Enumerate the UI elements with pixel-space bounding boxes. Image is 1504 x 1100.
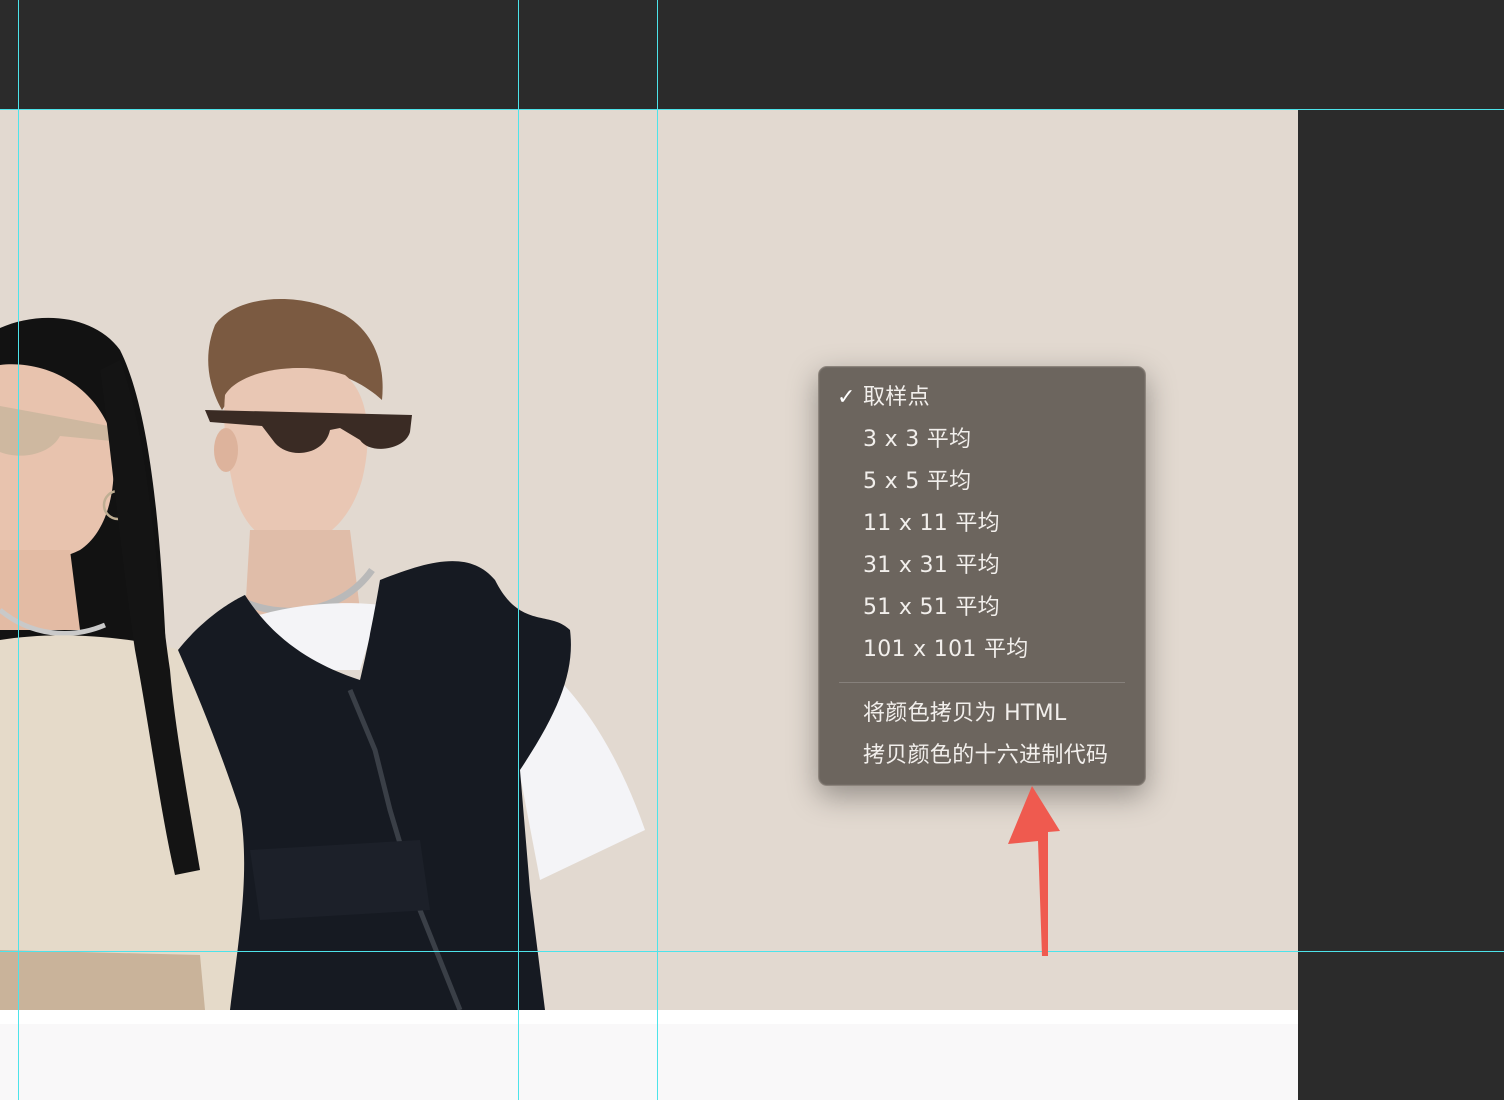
menu-item-label: 将颜色拷贝为 HTML: [863, 701, 1067, 726]
menu-item-51x51-average[interactable]: 51 x 51 平均: [819, 587, 1145, 629]
menu-item-label: 101 x 101 平均: [863, 637, 1029, 662]
menu-item-101x101-average[interactable]: 101 x 101 平均: [819, 629, 1145, 671]
canvas-bottom-strip: [0, 1010, 1298, 1024]
menu-item-label: 3 x 3 平均: [863, 427, 972, 452]
eyedropper-sample-context-menu: ✓ 取样点 3 x 3 平均 5 x 5 平均 11 x 11 平均 31 x …: [818, 366, 1146, 786]
menu-item-point-sample[interactable]: ✓ 取样点: [819, 377, 1145, 419]
photoshop-workspace: ✓ 取样点 3 x 3 平均 5 x 5 平均 11 x 11 平均 31 x …: [0, 0, 1504, 1100]
menu-item-label: 5 x 5 平均: [863, 469, 972, 494]
menu-item-label: 拷贝颜色的十六进制代码: [863, 743, 1109, 768]
menu-item-label: 51 x 51 平均: [863, 595, 1000, 620]
annotation-arrow-icon: [1008, 786, 1060, 956]
checkmark-icon: ✓: [837, 385, 856, 410]
menu-item-copy-hex-code[interactable]: 拷贝颜色的十六进制代码: [819, 735, 1145, 777]
guide-horizontal-1[interactable]: [0, 109, 1504, 110]
menu-item-label: 31 x 31 平均: [863, 553, 1000, 578]
menu-item-11x11-average[interactable]: 11 x 11 平均: [819, 503, 1145, 545]
menu-item-3x3-average[interactable]: 3 x 3 平均: [819, 419, 1145, 461]
guide-vertical-1[interactable]: [18, 0, 19, 1100]
menu-separator: [839, 682, 1125, 683]
menu-item-5x5-average[interactable]: 5 x 5 平均: [819, 461, 1145, 503]
canvas-lower-area: [0, 1024, 1298, 1100]
guide-vertical-3[interactable]: [657, 0, 658, 1100]
guide-vertical-2[interactable]: [518, 0, 519, 1100]
guide-horizontal-2[interactable]: [0, 951, 1504, 952]
menu-item-31x31-average[interactable]: 31 x 31 平均: [819, 545, 1145, 587]
man-face: [224, 367, 368, 546]
menu-item-label: 11 x 11 平均: [863, 511, 1000, 536]
menu-item-copy-color-as-html[interactable]: 将颜色拷贝为 HTML: [819, 693, 1145, 735]
menu-item-label: 取样点: [863, 385, 930, 410]
